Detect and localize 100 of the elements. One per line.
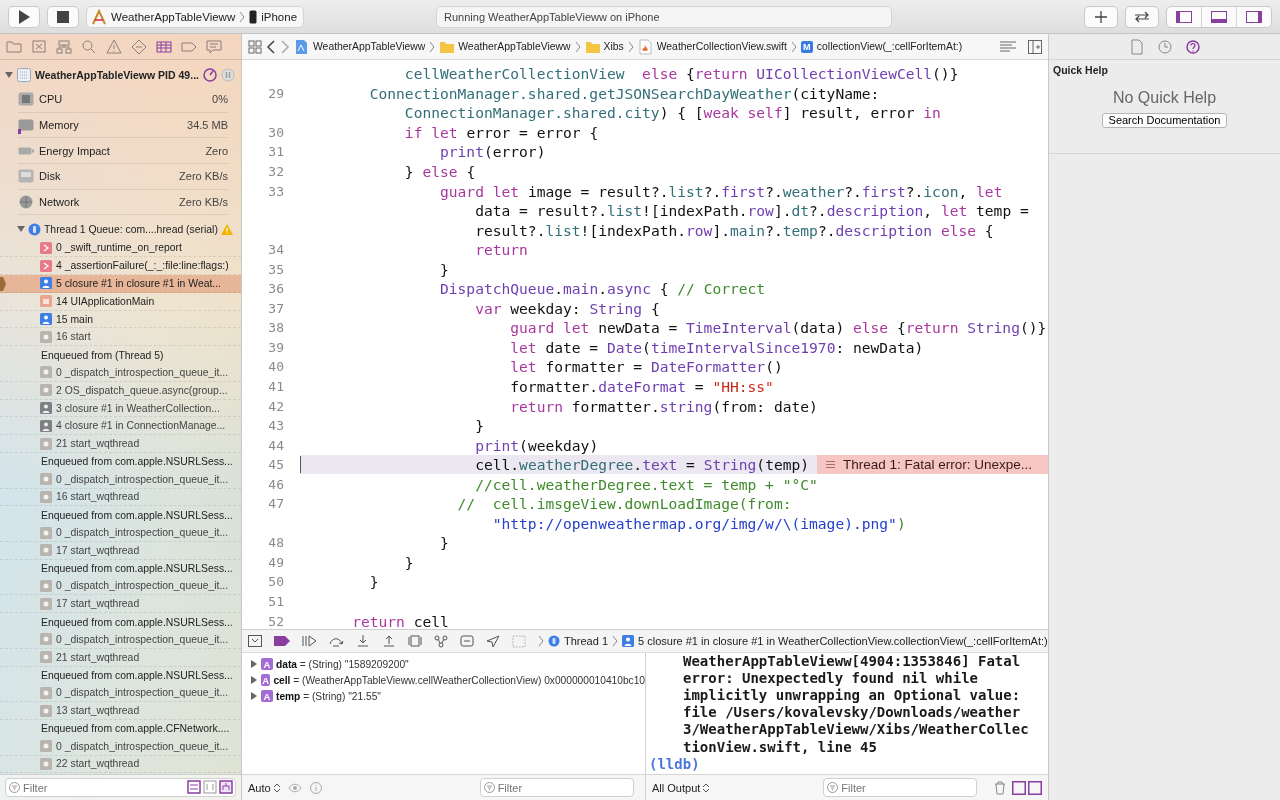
code-line: return: [474, 241, 528, 259]
line-number: 38: [268, 320, 284, 336]
device-name: iPhone: [261, 10, 298, 23]
scheme-selector[interactable]: WeatherAppTableVieww iPhone: [86, 5, 305, 28]
stack-frame[interactable]: 0 _dispatch_introspection_queue_it...: [0, 364, 241, 382]
console-prompt: (lldb): [648, 755, 701, 773]
code-line: } else {: [403, 163, 476, 180]
variable-value[interactable]: data = (String) "1589209200": [276, 658, 409, 670]
error-banner[interactable]: Thread 1: Fatal error: Unexpe...: [817, 454, 1048, 475]
stack-frame[interactable]: 17 start_wqthread: [0, 595, 241, 614]
line-number: 43: [268, 418, 284, 434]
stack-frame[interactable]: 21 start_wqthread: [0, 435, 241, 453]
breadcrumb-item[interactable]: WeatherAppTableVieww: [439, 38, 571, 55]
queue-label: Enqueued from com.apple.NSURLSess...: [40, 562, 234, 577]
line-number: 32: [268, 164, 284, 179]
code-line: return formatter.string(from: date): [509, 397, 818, 415]
stack-frame[interactable]: 13 start_wqthread: [0, 702, 241, 720]
breadcrumb-item[interactable]: Thread 1: [548, 635, 609, 647]
variable-value[interactable]: temp = (String) "21.55": [276, 690, 381, 702]
search-documentation-button[interactable]: Search Documentation: [1101, 113, 1228, 128]
stack-frame[interactable]: 0 _dispatch_introspection_queue_it...: [0, 684, 241, 703]
line-number: 50: [268, 574, 284, 590]
gauge-label[interactable]: Memory: [39, 119, 79, 132]
line-number: 45: [268, 457, 284, 473]
stack-frame[interactable]: 0 _dispatch_introspection_queue_it...: [0, 577, 241, 596]
queue-label: Enqueued from com.apple.NSURLSess...: [40, 508, 234, 523]
line-number: 37: [268, 300, 284, 316]
breadcrumb-item[interactable]: WeatherAppTableVieww: [294, 38, 426, 55]
code-line: }: [474, 417, 484, 435]
breadcrumb-label: WeatherAppTableVieww: [458, 41, 571, 52]
stack-frame[interactable]: 5 closure #1 in closure #1 in Weat...: [0, 275, 241, 293]
panel-title: Quick Help: [1053, 64, 1108, 76]
code-line: data = result?.list![indexPath.row].dt?.description, let temp =: [474, 202, 1029, 220]
line-number: 39: [268, 339, 284, 355]
process-title[interactable]: WeatherAppTableVieww PID 49...: [35, 69, 199, 81]
stack-frame[interactable]: 0 _dispatch_introspection_queue_it...: [0, 737, 241, 756]
code-line: if let error = error {: [403, 123, 599, 141]
line-number: 44: [268, 437, 284, 453]
variable-value[interactable]: cell = (WeatherAppTableVieww.cellWeatherCollectionView) 0x000000010410bc10: [273, 674, 645, 686]
line-number: 35: [268, 261, 284, 277]
line-number: 42: [268, 398, 284, 414]
line-number: 30: [268, 124, 284, 140]
filter-field[interactable]: Filter: [823, 778, 978, 797]
gauge-label[interactable]: Network: [39, 196, 80, 209]
stack-frame[interactable]: 16 start_wqthread: [0, 488, 241, 507]
queue-label: Enqueued from com.apple.NSURLSess...: [40, 668, 234, 683]
code-line: formatter.dateFormat = "HH:ss": [509, 378, 774, 395]
gauge-value: Zero KB/s: [179, 196, 228, 209]
queue-label: Enqueued from com.apple.NSURLSess...: [40, 615, 234, 630]
stack-frame[interactable]: 14 UIApplicationMain: [0, 292, 241, 311]
code-line: }: [439, 260, 449, 278]
line-number: 40: [268, 359, 284, 375]
stack-frame[interactable]: 15 main: [0, 310, 241, 329]
queue-label: Enqueued from com.apple.NSURLSess...: [40, 455, 234, 470]
stack-frame[interactable]: 22 start_wqthread: [0, 755, 241, 774]
filter-field[interactable]: Filter: [479, 778, 634, 797]
stack-frame[interactable]: 4 closure #1 in ConnectionManage...: [0, 417, 241, 436]
code-line: }: [403, 553, 414, 571]
code-line: "http://openweathermap.org/img/w/\(image).png"): [491, 514, 906, 532]
breadcrumb-label: collectionView(_:cellForItemAt:): [816, 41, 963, 52]
console-output: error: Unexpectedly found nil while: [682, 669, 979, 687]
scope-menu[interactable]: Auto: [248, 781, 280, 794]
console-output: file /Users/kovalevsky/Downloads/weather: [682, 704, 1022, 722]
gauge-value: 34.5 MB: [187, 119, 228, 132]
code-line: }: [439, 534, 449, 552]
line-number: 31: [268, 144, 284, 160]
gauge-label[interactable]: Energy Impact: [39, 144, 110, 157]
code-line: var weekday: String {: [474, 299, 660, 317]
gauge-label[interactable]: CPU: [39, 93, 63, 106]
line-number: 34: [268, 242, 284, 258]
breadcrumb-item[interactable]: M collectionView(_:cellForItemAt:): [800, 40, 963, 53]
stack-frame[interactable]: 3 closure #1 in WeatherCollection...: [0, 399, 241, 418]
console-output: WeatherAppTableVieww[4904:1353846] Fatal: [682, 653, 1022, 670]
stack-frame[interactable]: 17 start_wqthread: [0, 542, 241, 560]
line-number: 51: [268, 594, 284, 610]
scheme-name: WeatherAppTableVieww: [111, 10, 236, 23]
stack-frame[interactable]: 0 _swift_runtime_on_report: [0, 239, 241, 258]
code-line: return cell: [351, 612, 449, 629]
breadcrumb-item[interactable]: WeatherCollectionView.swift: [637, 38, 787, 55]
code-line: ConnectionManager.shared.city) { [weak self] result, error in: [403, 104, 941, 122]
output-menu[interactable]: All Output: [652, 781, 710, 794]
gauge-label[interactable]: Disk: [39, 170, 61, 183]
breadcrumb-item[interactable]: Xibs: [584, 38, 624, 55]
line-number: 46: [268, 476, 284, 492]
code-line: print(weekday): [474, 436, 599, 454]
stack-frame[interactable]: 21 start_wqthread: [0, 648, 241, 667]
code-line: result?.list![indexPath.row].main?.temp?.description else {: [474, 221, 994, 239]
breadcrumb-label: Xibs: [603, 41, 624, 52]
variable-badge: A: [261, 658, 273, 670]
gauge-value: Zero KB/s: [179, 170, 228, 183]
breadcrumb-label: WeatherAppTableVieww: [313, 41, 426, 52]
stack-frame[interactable]: 0 _dispatch_introspection_queue_it...: [0, 470, 241, 489]
method-badge: M: [800, 40, 813, 53]
stack-frame[interactable]: 2 OS_dispatch_queue.async(group...: [0, 381, 241, 400]
stack-frame[interactable]: 16 start: [0, 328, 241, 347]
stack-frame[interactable]: 0 _dispatch_introspection_queue_it...: [0, 630, 241, 649]
code-line: cell.weatherDegree.text = String(temp): [300, 456, 810, 474]
thread-title[interactable]: Thread 1 Queue: com....hread (serial): [44, 223, 218, 235]
empty-message: No Quick Help: [1112, 89, 1217, 107]
stack-frame[interactable]: 0 _dispatch_introspection_queue_it...: [0, 524, 241, 542]
